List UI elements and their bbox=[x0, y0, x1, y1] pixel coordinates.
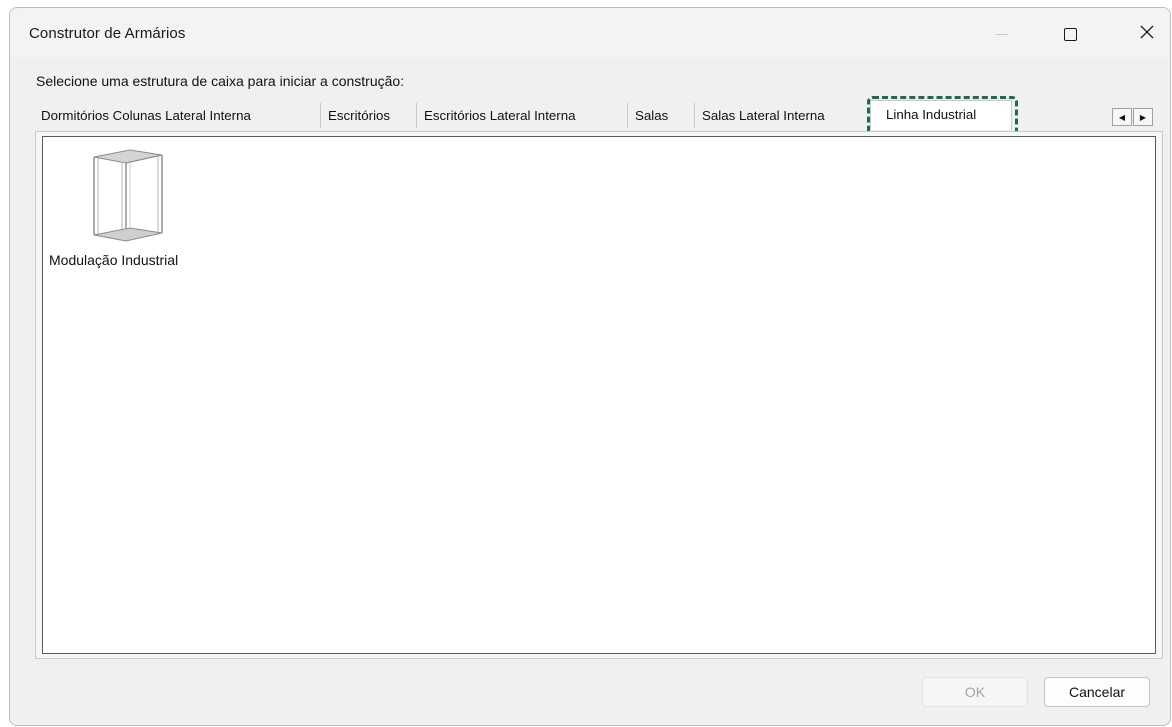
tab-dormitorios-colunas-lateral-interna[interactable]: Dormitórios Colunas Lateral Interna bbox=[34, 103, 321, 128]
item-label: Modulação Industrial bbox=[49, 252, 179, 268]
cabinet-builder-window: Construtor de Armários Selecione uma est… bbox=[9, 7, 1171, 726]
tab-scroll-buttons: ◀ ▶ bbox=[1112, 108, 1154, 126]
tab-escritorios[interactable]: Escritórios bbox=[321, 103, 417, 128]
maximize-icon bbox=[1063, 27, 1077, 41]
minimize-button[interactable] bbox=[979, 14, 1025, 54]
window-title: Construtor de Armários bbox=[29, 25, 186, 42]
tab-escritorios-lateral-interna[interactable]: Escritórios Lateral Interna bbox=[417, 103, 628, 128]
close-icon bbox=[1140, 25, 1154, 44]
chevron-left-icon: ◀ bbox=[1118, 112, 1126, 122]
ok-button[interactable]: OK bbox=[922, 677, 1028, 707]
title-bar[interactable]: Construtor de Armários bbox=[10, 8, 1170, 58]
ok-button-label: OK bbox=[964, 684, 986, 700]
tab-salas[interactable]: Salas bbox=[628, 103, 695, 128]
cancel-button[interactable]: Cancelar bbox=[1044, 677, 1150, 707]
cancel-button-label: Cancelar bbox=[1068, 684, 1126, 700]
tab-strip: Dormitórios Colunas Lateral Interna Escr… bbox=[34, 100, 1034, 132]
structure-list[interactable]: Modulação Industrial bbox=[42, 136, 1156, 654]
tab-scroll-left-button[interactable]: ◀ bbox=[1112, 108, 1132, 126]
close-button[interactable] bbox=[1124, 14, 1170, 54]
chevron-right-icon: ▶ bbox=[1139, 112, 1147, 122]
minimize-icon bbox=[996, 33, 1008, 35]
tab-scroll-right-button[interactable]: ▶ bbox=[1133, 108, 1153, 126]
tab-label: Salas Lateral Interna bbox=[702, 108, 825, 123]
tab-salas-lateral-interna[interactable]: Salas Lateral Interna bbox=[695, 103, 872, 128]
tab-label: Linha Industrial bbox=[886, 107, 977, 122]
tab-label: Salas bbox=[635, 108, 669, 123]
tab-page: Modulação Industrial bbox=[35, 131, 1163, 659]
tab-label: Escritórios Lateral Interna bbox=[424, 108, 576, 123]
maximize-button[interactable] bbox=[1047, 14, 1093, 54]
tab-linha-industrial[interactable]: Linha Industrial bbox=[870, 100, 1012, 130]
cabinet-icon bbox=[90, 149, 164, 250]
tab-label: Dormitórios Colunas Lateral Interna bbox=[41, 108, 251, 123]
list-item[interactable]: Modulação Industrial bbox=[47, 149, 217, 269]
instruction-label: Selecione uma estrutura de caixa para in… bbox=[36, 73, 405, 89]
tab-label: Escritórios bbox=[328, 108, 391, 123]
